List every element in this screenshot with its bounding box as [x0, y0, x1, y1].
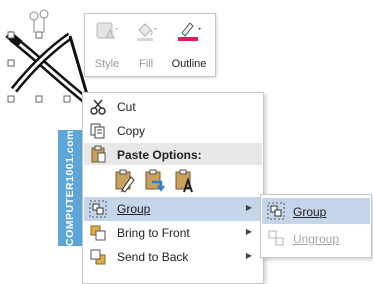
- paste-options-header: Paste Options:: [84, 143, 262, 165]
- group-label: Group: [117, 202, 150, 216]
- paste-use-destination-theme-icon[interactable]: [113, 168, 137, 194]
- style-button[interactable]: Style: [89, 18, 125, 72]
- fill-button[interactable]: Fill: [129, 18, 163, 72]
- paste-options-row: [113, 168, 233, 198]
- menu-item-send-to-back[interactable]: Send to Back ▶: [84, 245, 262, 269]
- submenu-group-label: Group: [293, 205, 327, 219]
- send-to-back-label: Send to Back: [117, 250, 189, 264]
- submenu-arrow-icon: ▶: [245, 203, 252, 212]
- bring-to-front-label: Bring to Front: [117, 226, 190, 240]
- mini-toolbar: Style Fill Outline: [84, 13, 216, 77]
- paint-bucket-icon: [133, 20, 159, 45]
- scissors-icon: [89, 98, 107, 116]
- group-icon: [89, 200, 107, 218]
- menu-item-cut[interactable]: Cut: [84, 95, 262, 119]
- send-to-back-icon: [89, 248, 107, 266]
- submenu-item-group[interactable]: Group: [262, 198, 370, 224]
- menu-item-bring-to-front[interactable]: Bring to Front ▶: [84, 221, 262, 245]
- group-label-text: Group: [117, 202, 151, 216]
- menu-item-group[interactable]: Group ▶: [84, 197, 262, 221]
- submenu-arrow-icon: ▶: [245, 227, 252, 236]
- outline-label: Outline: [171, 58, 207, 70]
- paste-options-label: Paste Options:: [117, 148, 202, 162]
- submenu-arrow-icon: ▶: [245, 251, 252, 260]
- clipboard-icon: [89, 145, 107, 163]
- outline-button[interactable]: Outline: [167, 18, 211, 72]
- ungroup-icon: [267, 229, 285, 247]
- style-label: Style: [94, 58, 120, 70]
- style-icon: [94, 20, 120, 45]
- menu-item-copy[interactable]: Copy: [84, 119, 262, 143]
- submenu-item-ungroup[interactable]: Ungroup: [262, 225, 370, 251]
- copy-label: Copy: [117, 124, 146, 138]
- pen-outline-icon: [175, 20, 203, 45]
- submenu-ungroup-label: Ungroup: [293, 232, 340, 246]
- watermark-text: COMPUTER1001.com: [64, 130, 76, 246]
- cut-label: Cut: [117, 100, 136, 114]
- watermark: COMPUTER1001.com: [58, 130, 82, 246]
- paste-keep-source-formatting-icon[interactable]: [143, 168, 167, 194]
- copy-icon: [89, 122, 107, 140]
- group-icon: [267, 202, 285, 220]
- group-submenu: Group Ungroup: [260, 194, 372, 258]
- context-menu: Cut Copy Paste Options: Group ▶ Bring to…: [82, 92, 264, 284]
- paste-keep-text-only-icon[interactable]: [173, 168, 197, 194]
- fill-label: Fill: [138, 58, 154, 70]
- bring-to-front-icon: [89, 224, 107, 242]
